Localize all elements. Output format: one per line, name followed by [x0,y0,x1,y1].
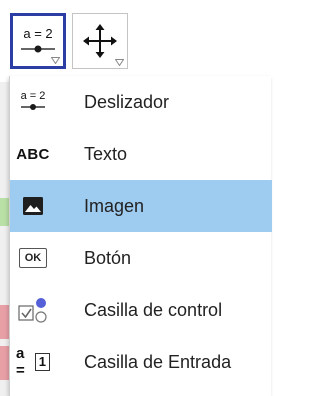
menu-item-label: Deslizador [84,92,170,112]
menu-item-boton[interactable]: OK Botón [10,232,272,284]
checkbox-icon [16,293,50,327]
image-icon [16,189,50,223]
menu-item-label: Texto [84,144,128,164]
slider-icon-text: a = 2 [23,26,52,41]
slider-icon: a = 2 [16,85,50,119]
slider-icon-text: a = 2 [21,90,46,102]
text-icon: ABC [16,137,50,171]
menu-item-imagen[interactable]: Imagen [10,180,272,232]
corner-triangle-icon [51,57,60,64]
menu-item-label: Casilla de control [84,300,223,320]
menu-item-texto[interactable]: ABC Texto [10,128,272,180]
ok-box: OK [19,248,47,268]
menu-item-label: Botón [84,248,132,268]
menu-item-casilla-de-entrada[interactable]: a = 1 Casilla de Entrada [10,336,272,388]
input-box-icon: a = 1 [16,345,50,379]
tool-dropdown-menu: a = 2 Deslizador ABC Texto Imagen OK Bot… [9,76,272,396]
menu-item-label: Casilla de Entrada [84,352,232,372]
slider-tool-button[interactable]: a = 2 [10,13,66,69]
input-icon-prefix: a = [16,345,25,379]
menu-item-label: Imagen [84,196,145,216]
menu-item-casilla-de-control[interactable]: Casilla de control [10,284,272,336]
left-panel-edge-red-2 [0,346,9,380]
corner-triangle-icon [115,59,124,66]
left-panel-edge-red [0,305,9,339]
left-panel-edge-green [0,198,9,226]
input-icon-value: 1 [34,353,50,371]
text-icon-label: ABC [16,145,50,163]
button-icon: OK [16,241,50,275]
menu-item-deslizador[interactable]: a = 2 Deslizador [10,76,272,128]
move-graphics-tool-button[interactable] [72,13,128,69]
toolbar: a = 2 [0,0,271,82]
